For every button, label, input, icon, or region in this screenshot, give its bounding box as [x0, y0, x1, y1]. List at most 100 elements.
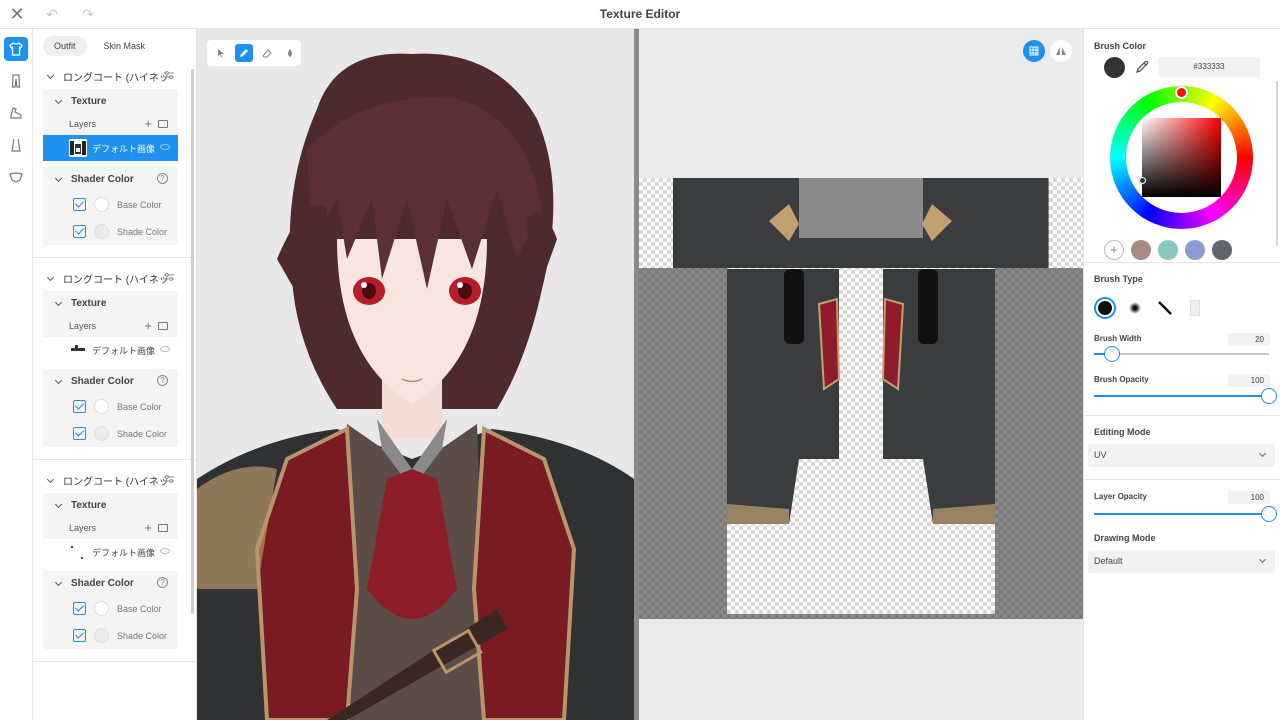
- soft-brush-icon[interactable]: [1124, 297, 1146, 319]
- texture-header[interactable]: Texture: [43, 89, 178, 113]
- category-rail: [0, 29, 33, 720]
- base-color-checkbox[interactable]: [73, 198, 86, 211]
- scrollbar[interactable]: [1276, 81, 1278, 246]
- add-layer-icon[interactable]: +: [144, 520, 152, 535]
- brush-icon[interactable]: [235, 44, 253, 62]
- shade-color-checkbox[interactable]: [73, 629, 86, 642]
- parts-panel: Outfit Skin Mask ロングコート (ハイネッ Texture La…: [33, 29, 197, 720]
- shade-color-swatch[interactable]: [94, 224, 109, 239]
- panel-tabs: Outfit Skin Mask: [33, 29, 196, 63]
- add-color-icon[interactable]: +: [1104, 240, 1124, 260]
- material-header[interactable]: ロングコート (ハイネッ: [33, 63, 196, 89]
- grid-view-icon[interactable]: [1023, 40, 1045, 62]
- editing-mode-select[interactable]: UV: [1088, 444, 1275, 467]
- visibility-icon[interactable]: [160, 144, 170, 150]
- chevron-down-icon: [55, 299, 63, 307]
- texture-brush-icon[interactable]: [1184, 297, 1206, 319]
- add-layer-icon[interactable]: +: [144, 318, 152, 333]
- brush-width-value[interactable]: 20: [1228, 333, 1270, 346]
- dress-icon[interactable]: [4, 133, 28, 157]
- shader-header[interactable]: Shader Color?: [43, 571, 178, 595]
- material-name: ロングコート (ハイネッ: [63, 72, 169, 84]
- image-icon[interactable]: [158, 524, 168, 532]
- settings-icon[interactable]: [164, 475, 174, 483]
- layer-item[interactable]: デフォルト画像: [43, 539, 178, 565]
- hex-input[interactable]: #333333: [1158, 57, 1260, 77]
- visibility-icon[interactable]: [160, 548, 170, 554]
- slider-fill: [1094, 513, 1269, 515]
- texture-card: Texture Layers + デフォルト画像: [43, 493, 178, 565]
- image-icon[interactable]: [158, 322, 168, 330]
- uv-canvas[interactable]: [639, 29, 1083, 720]
- texture-header[interactable]: Texture: [43, 493, 178, 517]
- add-layer-icon[interactable]: +: [144, 116, 152, 131]
- hard-brush-icon[interactable]: [1094, 297, 1116, 319]
- layers-row: Layers +: [43, 517, 178, 539]
- layer-item[interactable]: デフォルト画像: [43, 135, 178, 161]
- layer-opacity-slider[interactable]: [1094, 506, 1277, 522]
- hue-handle[interactable]: [1175, 86, 1188, 99]
- settings-icon[interactable]: [164, 273, 174, 281]
- base-color-swatch[interactable]: [94, 197, 109, 212]
- texture-header[interactable]: Texture: [43, 291, 178, 315]
- preset-color[interactable]: [1185, 240, 1205, 260]
- shade-color-checkbox[interactable]: [73, 225, 86, 238]
- drawing-mode-select[interactable]: Default: [1088, 550, 1275, 573]
- help-icon[interactable]: ?: [157, 577, 168, 588]
- eyedropper-icon[interactable]: [1135, 60, 1149, 74]
- brush-opacity-label: Brush Opacity: [1094, 375, 1149, 384]
- shoe-icon[interactable]: [4, 101, 28, 125]
- help-icon[interactable]: ?: [157, 173, 168, 184]
- editing-mode-value: UV: [1094, 450, 1107, 460]
- accessory-icon[interactable]: [4, 165, 28, 189]
- material-header[interactable]: ロングコート (ハイネッ: [33, 467, 196, 493]
- base-color-checkbox[interactable]: [73, 400, 86, 413]
- mirror-icon[interactable]: [1050, 40, 1072, 62]
- tab-skin-mask[interactable]: Skin Mask: [93, 36, 157, 56]
- settings-icon[interactable]: [164, 71, 174, 79]
- brush-opacity-slider[interactable]: [1094, 388, 1277, 404]
- slider-knob[interactable]: [1103, 346, 1120, 362]
- layer-thumbnail: [69, 139, 87, 157]
- model-viewport[interactable]: [197, 29, 634, 720]
- tab-outfit[interactable]: Outfit: [43, 36, 87, 56]
- fill-icon[interactable]: [281, 44, 299, 62]
- slider-knob[interactable]: [1261, 388, 1277, 404]
- brush-width-slider[interactable]: [1094, 346, 1269, 362]
- scrollbar[interactable]: [191, 69, 194, 614]
- shader-label: Shader Color: [71, 577, 134, 589]
- material-header[interactable]: ロングコート (ハイネッ: [33, 265, 196, 291]
- shade-color-row: Shade Color: [43, 420, 178, 447]
- saturation-value-square[interactable]: [1142, 118, 1221, 197]
- pants-icon[interactable]: [4, 69, 28, 93]
- brush-color-label: Brush Color: [1094, 41, 1147, 51]
- base-color-checkbox[interactable]: [73, 602, 86, 615]
- preset-color[interactable]: [1212, 240, 1232, 260]
- base-color-swatch[interactable]: [94, 601, 109, 616]
- help-icon[interactable]: ?: [157, 375, 168, 386]
- shade-color-checkbox[interactable]: [73, 427, 86, 440]
- brush-opacity-value[interactable]: 100: [1228, 374, 1270, 387]
- eraser-icon[interactable]: [258, 44, 276, 62]
- saturation-handle[interactable]: [1139, 177, 1146, 184]
- shader-card: Shader Color? Base Color Shade Color: [43, 369, 178, 447]
- image-icon[interactable]: [158, 120, 168, 128]
- base-color-swatch[interactable]: [94, 399, 109, 414]
- preset-color[interactable]: [1131, 240, 1151, 260]
- shade-color-swatch[interactable]: [94, 628, 109, 643]
- shader-header[interactable]: Shader Color?: [43, 369, 178, 393]
- shirt-icon[interactable]: [4, 37, 28, 61]
- texture-card: Texture Layers + デフォルト画像: [43, 89, 178, 161]
- material-name: ロングコート (ハイネッ: [63, 476, 169, 488]
- line-brush-icon[interactable]: [1154, 297, 1176, 319]
- preset-color[interactable]: [1158, 240, 1178, 260]
- shade-color-swatch[interactable]: [94, 426, 109, 441]
- visibility-icon[interactable]: [160, 346, 170, 352]
- layer-opacity-value[interactable]: 100: [1228, 491, 1270, 504]
- layer-item[interactable]: デフォルト画像: [43, 337, 178, 363]
- slider-knob[interactable]: [1261, 506, 1277, 522]
- select-icon[interactable]: [212, 44, 230, 62]
- current-color-swatch[interactable]: [1104, 57, 1125, 78]
- shader-header[interactable]: Shader Color?: [43, 167, 178, 191]
- shade-color-row: Shade Color: [43, 218, 178, 245]
